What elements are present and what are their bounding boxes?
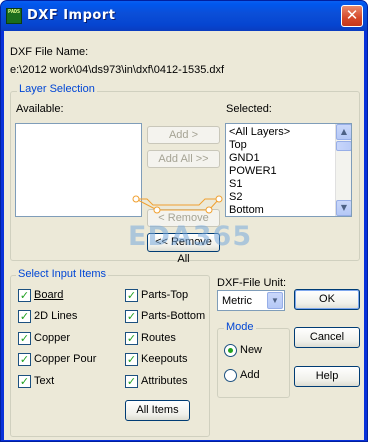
2d-lines-checkbox[interactable]: ✓: [18, 310, 31, 323]
help-button-label: Help: [315, 370, 339, 382]
copper-pour-checkbox[interactable]: ✓: [18, 353, 31, 366]
check-icon: ✓: [126, 289, 137, 302]
unit-value: Metric: [222, 295, 252, 307]
attributes-label: Attributes: [141, 375, 188, 387]
window-title: DXF Import: [27, 8, 116, 23]
scroll-up-icon[interactable]: ▲: [336, 124, 351, 140]
new-label: New: [240, 344, 263, 356]
list-item[interactable]: GND1: [226, 152, 351, 165]
add-radio[interactable]: [224, 369, 237, 382]
keepouts-label: Keepouts: [141, 353, 188, 365]
all-items-button-label: All Items: [136, 404, 179, 416]
attributes-checkbox[interactable]: ✓: [125, 375, 138, 388]
mode-title: Mode: [224, 321, 256, 333]
2d-lines-label: 2D Lines: [34, 310, 78, 322]
radio-selected-dot: [228, 348, 233, 353]
new-radio[interactable]: [224, 344, 237, 357]
check-icon: ✓: [19, 289, 30, 302]
ok-button[interactable]: OK: [294, 289, 360, 310]
list-item[interactable]: S1: [226, 178, 351, 191]
parts-bottom-checkbox[interactable]: ✓: [125, 310, 138, 323]
list-item[interactable]: POWER1: [226, 165, 351, 178]
annotation-trace: [132, 195, 223, 214]
check-icon: ✓: [19, 353, 30, 366]
scrollbar-thumb[interactable]: [336, 141, 351, 151]
add-radio-label: Add: [240, 369, 260, 381]
selected-list-scrollbar[interactable]: ▲ ▼: [335, 124, 351, 216]
parts-top-checkbox[interactable]: ✓: [125, 289, 138, 302]
file-path-text: e:\2012 work\04\ds973\in\dxf\0412-1535.d…: [10, 64, 225, 76]
add-all-button[interactable]: Add All >>: [147, 150, 220, 168]
check-icon: ✓: [19, 375, 30, 388]
check-icon: ✓: [19, 332, 30, 345]
copper-label: Copper: [34, 332, 71, 344]
list-item[interactable]: Top: [226, 139, 351, 152]
check-icon: ✓: [19, 310, 30, 323]
pads-app-icon: PADS: [6, 8, 22, 24]
unit-label: DXF-File Unit:: [217, 277, 287, 289]
list-item[interactable]: S2: [226, 191, 351, 204]
check-icon: ✓: [126, 375, 137, 388]
copper-pour-label: Copper Pour: [34, 353, 97, 365]
input-items-title: Select Input Items: [16, 268, 109, 280]
check-icon: ✓: [126, 332, 137, 345]
text-label: Text: [34, 375, 55, 387]
dxf-import-dialog: PADS DXF Import ✕ DXF File Name: e:\2012…: [0, 0, 368, 442]
available-label: Available:: [16, 103, 64, 115]
selected-label: Selected:: [226, 103, 272, 115]
routes-checkbox[interactable]: ✓: [125, 332, 138, 345]
watermark-logo: EDA365: [128, 221, 253, 252]
file-name-label: DXF File Name:: [10, 46, 89, 58]
layer-selection-title: Layer Selection: [17, 83, 97, 95]
board-text: Board: [34, 289, 64, 301]
chevron-down-icon[interactable]: ▼: [267, 292, 283, 309]
keepouts-checkbox[interactable]: ✓: [125, 353, 138, 366]
available-layers-list[interactable]: [15, 123, 142, 217]
copper-checkbox[interactable]: ✓: [18, 332, 31, 345]
parts-top-label: Parts-Top: [141, 289, 189, 301]
title-bar[interactable]: PADS DXF Import ✕: [1, 1, 367, 31]
check-icon: ✓: [126, 353, 137, 366]
check-icon: ✓: [126, 310, 137, 323]
mode-group: [217, 328, 290, 398]
selected-layers-list[interactable]: <All Layers> Top GND1 POWER1 S1 S2 Botto…: [225, 123, 352, 217]
parts-bottom-label: Parts-Bottom: [141, 310, 206, 322]
add-all-button-label: Add All >>: [158, 153, 209, 165]
add-button[interactable]: Add >: [147, 126, 220, 144]
cancel-button[interactable]: Cancel: [294, 327, 360, 348]
list-item[interactable]: <All Layers>: [226, 126, 351, 139]
cancel-button-label: Cancel: [309, 331, 345, 343]
routes-label: Routes: [141, 332, 176, 344]
dialog-client-area: DXF File Name: e:\2012 work\04\ds973\in\…: [4, 31, 364, 440]
add-button-label: Add >: [168, 129, 199, 141]
ok-button-label: OK: [319, 293, 335, 305]
close-button[interactable]: ✕: [341, 5, 363, 27]
board-checkbox[interactable]: ✓: [18, 289, 31, 302]
all-items-button[interactable]: All Items: [125, 400, 190, 421]
board-label: Board: [34, 289, 63, 301]
unit-select[interactable]: Metric ▼: [217, 290, 285, 311]
text-checkbox[interactable]: ✓: [18, 375, 31, 388]
scroll-down-icon[interactable]: ▼: [336, 200, 351, 216]
list-item[interactable]: Bottom: [226, 204, 351, 216]
help-button[interactable]: Help: [294, 366, 360, 387]
close-icon: ✕: [345, 6, 359, 24]
